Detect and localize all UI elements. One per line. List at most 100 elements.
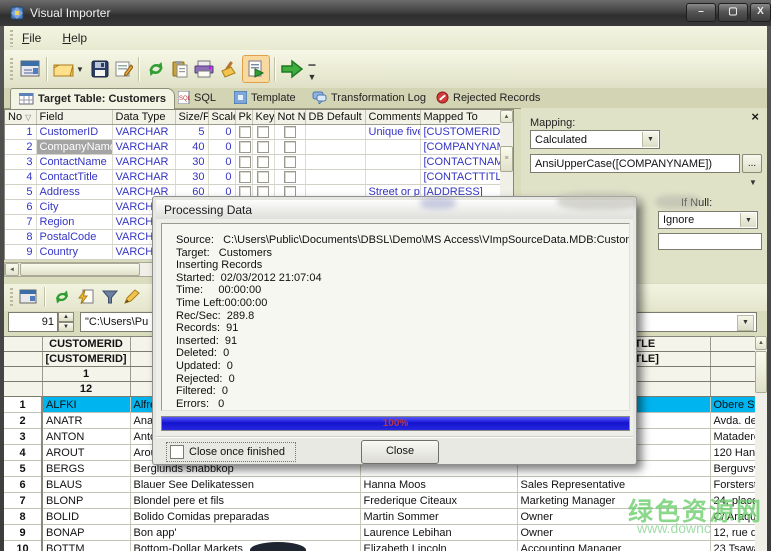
menubar: File Help bbox=[4, 26, 767, 51]
edit-pencil-icon[interactable] bbox=[122, 287, 142, 307]
log-line: Rejected: 0 bbox=[176, 373, 629, 386]
save-icon[interactable] bbox=[88, 57, 112, 81]
dialog-close-button[interactable]: Close bbox=[361, 440, 439, 464]
key-checkbox[interactable] bbox=[257, 156, 269, 168]
notnull-checkbox[interactable] bbox=[284, 126, 296, 138]
log-line: Inserting Records bbox=[176, 259, 629, 272]
svg-text:SQL: SQL bbox=[179, 96, 190, 102]
tab-rejected-records[interactable]: Rejected Records bbox=[428, 88, 548, 107]
checkbox-icon[interactable] bbox=[170, 445, 184, 459]
spinner-buttons[interactable]: ▲ ▼ bbox=[58, 312, 74, 332]
toolbar-overflow-icon[interactable]: ▔▼ bbox=[306, 62, 318, 86]
panel-close-icon[interactable]: × bbox=[751, 111, 759, 123]
watermark-url: www.downc bbox=[637, 520, 711, 536]
menu-file[interactable]: File bbox=[20, 31, 43, 45]
sort-icon: ▽ bbox=[25, 113, 31, 122]
open-folder-icon[interactable] bbox=[52, 57, 76, 81]
if-null-value-input[interactable] bbox=[658, 233, 762, 250]
chevron-down-icon[interactable]: ▼ bbox=[737, 315, 754, 331]
tab-transformation-log[interactable]: Transformation Log bbox=[304, 88, 434, 107]
toolbar: ▼ ▔▼ bbox=[4, 50, 767, 89]
paste-icon[interactable] bbox=[168, 57, 192, 81]
refresh-icon[interactable] bbox=[144, 57, 168, 81]
log-line: Deleted: 0 bbox=[176, 347, 629, 360]
chevron-down-icon: ▼ bbox=[740, 213, 756, 227]
col-not-null[interactable]: Not Null bbox=[274, 110, 305, 125]
toolbar-grip bbox=[10, 288, 13, 306]
col-data-type[interactable]: Data Type bbox=[112, 110, 175, 125]
notnull-checkbox[interactable] bbox=[284, 141, 296, 153]
log-line: Started: 02/03/2012 21:07:04 bbox=[176, 272, 629, 285]
print-icon[interactable] bbox=[192, 57, 216, 81]
log-line: Records: 91 bbox=[176, 322, 629, 335]
filter-icon[interactable] bbox=[100, 287, 120, 307]
col-mapped-to[interactable]: Mapped To bbox=[420, 110, 500, 125]
menubar-grip bbox=[10, 30, 13, 47]
log-icon bbox=[312, 91, 327, 104]
col-scale[interactable]: Scale bbox=[208, 110, 235, 125]
properties-icon[interactable] bbox=[18, 57, 42, 81]
chevron-down-icon: ▼ bbox=[642, 132, 658, 147]
notnull-checkbox[interactable] bbox=[284, 171, 296, 183]
expression-ellipsis-button[interactable]: ... bbox=[742, 154, 762, 173]
notnull-checkbox[interactable] bbox=[284, 156, 296, 168]
grid-properties-icon[interactable] bbox=[18, 287, 38, 307]
app-icon bbox=[9, 5, 25, 21]
quick-edit-icon[interactable] bbox=[76, 287, 96, 307]
execute-file-icon[interactable] bbox=[242, 55, 270, 83]
col-comments[interactable]: Comments bbox=[365, 110, 420, 125]
col-field[interactable]: Field bbox=[36, 110, 112, 125]
dialog-button-strip: Close once finished Close bbox=[156, 436, 633, 461]
tab-template[interactable]: Template bbox=[226, 88, 304, 107]
chevron-down-icon[interactable]: ▼ bbox=[749, 178, 757, 187]
record-count-spinner[interactable]: 91 bbox=[8, 312, 58, 332]
log-line: Updated: 0 bbox=[176, 360, 629, 373]
key-checkbox[interactable] bbox=[257, 141, 269, 153]
menu-help[interactable]: Help bbox=[60, 31, 89, 45]
key-checkbox[interactable] bbox=[257, 171, 269, 183]
refresh-data-icon[interactable] bbox=[52, 287, 72, 307]
run-icon[interactable] bbox=[280, 57, 304, 81]
spin-down-icon: ▼ bbox=[58, 322, 74, 332]
maximize-button[interactable]: ▢ bbox=[718, 3, 748, 22]
pk-checkbox[interactable] bbox=[239, 126, 251, 138]
template-icon bbox=[234, 91, 247, 104]
minimize-button[interactable]: – bbox=[686, 3, 716, 22]
if-null-dropdown[interactable]: Ignore▼ bbox=[658, 211, 758, 229]
pk-checkbox[interactable] bbox=[239, 171, 251, 183]
mapping-label: Mapping: bbox=[530, 117, 575, 129]
window-border-right bbox=[767, 26, 771, 551]
col-pk[interactable]: Pk bbox=[235, 110, 252, 125]
blurred-text bbox=[655, 195, 701, 209]
data-row[interactable]: 10BOTTMBottom-Dollar MarketsElizabeth Li… bbox=[4, 541, 755, 551]
col-size[interactable]: Size/Pr bbox=[175, 110, 208, 125]
tab-sql[interactable]: SQL SQL bbox=[170, 88, 224, 107]
toolbar-separator bbox=[44, 287, 45, 307]
tab-target-table[interactable]: Target Table: Customers bbox=[10, 88, 175, 109]
log-line: Time: 00:00:00 bbox=[176, 284, 629, 297]
edit-record-icon[interactable] bbox=[112, 57, 136, 81]
checkbox-label: Close once finished bbox=[189, 446, 285, 458]
field-row[interactable]: 1CustomerIDVARCHAR50Unique five-[CUSTOME… bbox=[5, 125, 500, 140]
pk-checkbox[interactable] bbox=[239, 141, 251, 153]
col-no[interactable]: No▽ bbox=[5, 110, 36, 125]
tab-label: Template bbox=[251, 92, 296, 104]
toolbar-separator bbox=[46, 57, 47, 81]
log-line: Source: C:\Users\Public\Documents\DBSL\D… bbox=[176, 234, 629, 247]
close-once-finished-checkbox[interactable]: Close once finished bbox=[166, 442, 296, 462]
col-key[interactable]: Key bbox=[252, 110, 274, 125]
rejected-icon bbox=[436, 91, 449, 104]
col-db-default[interactable]: DB Default bbox=[305, 110, 365, 125]
log-line: Filtered: 0 bbox=[176, 385, 629, 398]
field-row[interactable]: 4ContactTitleVARCHAR300[CONTACTTITLE] bbox=[5, 170, 500, 185]
field-row[interactable]: 3ContactNameVARCHAR300[CONTACTNAME] bbox=[5, 155, 500, 170]
clean-icon[interactable] bbox=[216, 57, 240, 81]
mapping-type-dropdown[interactable]: Calculated▼ bbox=[530, 130, 660, 149]
close-button[interactable]: X bbox=[750, 3, 771, 22]
key-checkbox[interactable] bbox=[257, 126, 269, 138]
open-dropdown-icon[interactable]: ▼ bbox=[74, 57, 86, 81]
pk-checkbox[interactable] bbox=[239, 156, 251, 168]
expression-input[interactable]: AnsiUpperCase([COMPANYNAME]) bbox=[530, 154, 740, 173]
field-row[interactable]: 2CompanyNameVARCHAR400[COMPANYNAME] bbox=[5, 140, 500, 155]
data-row[interactable]: 6BLAUSBlauer See DelikatessenHanna MoosS… bbox=[4, 477, 755, 493]
